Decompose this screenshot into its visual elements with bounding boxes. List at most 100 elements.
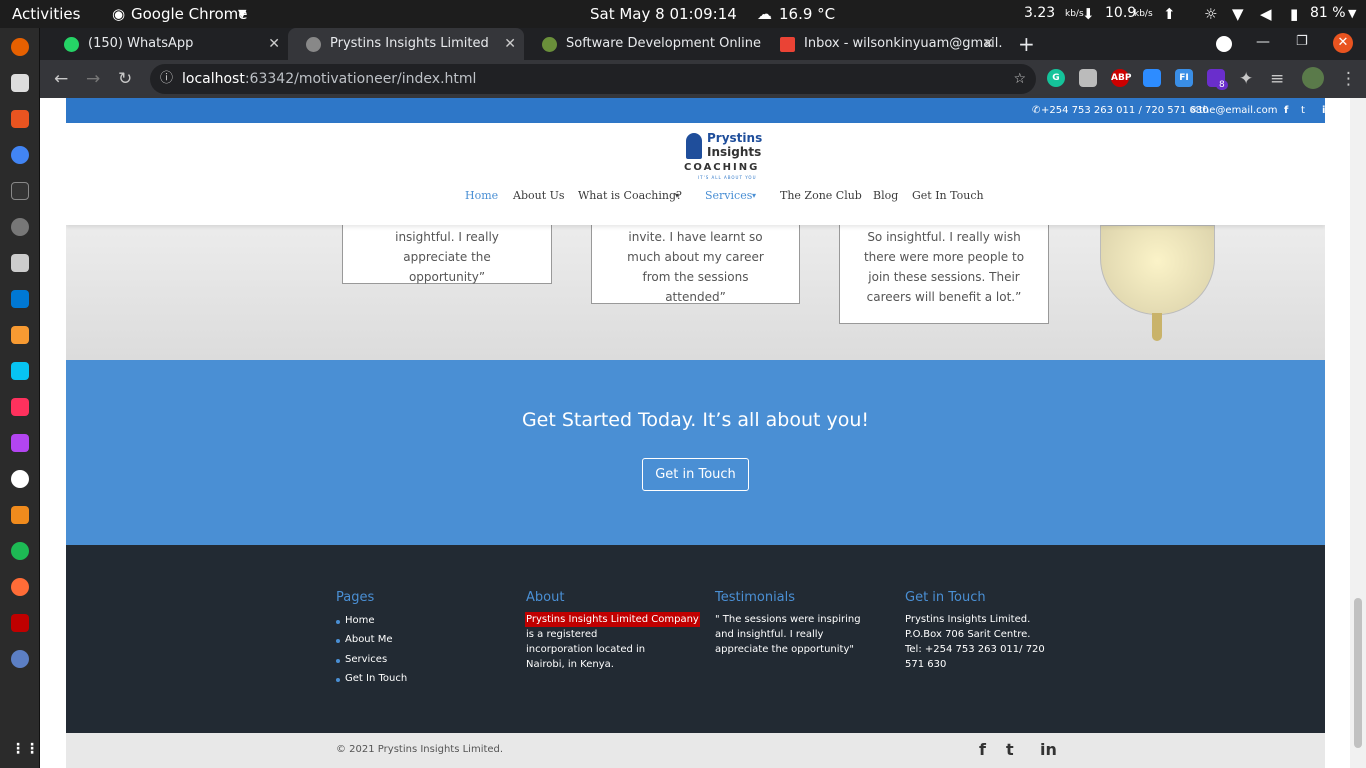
system-menu-chevron-icon[interactable]: ▼ xyxy=(1348,7,1356,20)
phone-number[interactable]: +254 753 263 011 / 720 571 630 xyxy=(1041,105,1209,116)
footer-testimonials-title: Testimonials xyxy=(715,590,796,605)
close-icon[interactable]: ✕ xyxy=(982,28,994,60)
chevron-down-icon: ▾ xyxy=(752,191,757,200)
battery-level[interactable]: 81 % xyxy=(1310,5,1346,21)
new-tab-icon[interactable]: + xyxy=(1018,32,1035,56)
nav-about[interactable]: About Us xyxy=(513,189,565,202)
facebook-icon[interactable]: f xyxy=(1284,105,1288,116)
show-apps-icon[interactable]: ⋮⋮ xyxy=(11,740,39,758)
restore-icon[interactable]: ❐ xyxy=(1296,34,1308,49)
testimonial-card: invite. I have learnt so much about my c… xyxy=(591,222,800,304)
nav-home[interactable]: Home xyxy=(465,189,498,202)
firefox-icon[interactable] xyxy=(11,38,29,56)
nav-coaching[interactable]: What is Coaching? xyxy=(578,189,682,202)
close-icon[interactable]: ✕ xyxy=(268,28,280,60)
spotify-icon[interactable] xyxy=(11,542,29,560)
grammarly-icon[interactable]: G xyxy=(1047,69,1065,87)
scrollbar-thumb[interactable] xyxy=(1354,598,1362,748)
avatar[interactable] xyxy=(1302,67,1324,89)
vlc-icon[interactable] xyxy=(11,506,29,524)
terminal-icon[interactable] xyxy=(11,182,29,200)
url-path: :63342/motivationeer/index.html xyxy=(244,71,477,87)
menu-icon[interactable]: ⋮ xyxy=(1340,69,1357,89)
close-icon[interactable]: ✕ xyxy=(504,28,516,60)
vscode-icon[interactable] xyxy=(11,290,29,308)
email-icon: ✉ xyxy=(1190,105,1199,116)
settings-icon[interactable] xyxy=(11,218,29,236)
brightness-icon[interactable]: ☼ xyxy=(1204,5,1217,23)
chrome-icon: ◉ xyxy=(112,5,126,23)
email-link[interactable]: the@email.com xyxy=(1199,105,1278,116)
nav-services[interactable]: Services xyxy=(705,189,752,202)
cta-heading: Get Started Today. It’s all about you! xyxy=(521,409,870,431)
wifi-icon[interactable]: ▼ xyxy=(1232,5,1244,23)
testimonial-card: insightful. I really appreciate the oppo… xyxy=(342,222,552,284)
testimonial-text: insightful. I really appreciate the oppo… xyxy=(395,230,499,284)
tab-software-dev[interactable]: Software Development Online xyxy=(524,28,762,60)
get-in-touch-button[interactable]: Get in Touch xyxy=(642,458,749,491)
sublime-icon[interactable] xyxy=(11,326,29,344)
phpstorm-icon[interactable] xyxy=(11,434,29,452)
clock[interactable]: Sat May 8 01:09:14 xyxy=(590,5,737,23)
site-footer: Pages Home About Me Services Get In Touc… xyxy=(66,545,1325,733)
tab-label: Prystins Insights Limited xyxy=(330,36,489,51)
budgie-icon[interactable] xyxy=(11,470,29,488)
linkedin-icon[interactable]: in xyxy=(1040,740,1057,759)
tab-prystins[interactable]: Prystins Insights Limited ✕ xyxy=(288,28,524,60)
chrome-dock-icon[interactable] xyxy=(11,146,29,164)
calculator-icon[interactable] xyxy=(11,254,29,272)
unity-icon[interactable] xyxy=(11,650,29,668)
tab-label: (150) WhatsApp xyxy=(88,36,194,51)
files-icon[interactable] xyxy=(11,74,29,92)
tab-search-icon[interactable] xyxy=(1216,36,1232,52)
web-page: ✆ +254 753 263 011 / 720 571 630 ✉ the@e… xyxy=(66,98,1325,768)
volume-icon[interactable]: ◀ xyxy=(1260,5,1272,23)
weather-temp[interactable]: 16.9 °C xyxy=(779,5,835,23)
nav-zone-club[interactable]: The Zone Club xyxy=(780,189,862,202)
twitter-icon[interactable]: t xyxy=(1006,740,1014,759)
fi-icon[interactable]: FI xyxy=(1175,69,1193,87)
nav-blog[interactable]: Blog xyxy=(873,189,898,202)
app-menu[interactable]: Google Chrome xyxy=(131,5,248,23)
minimize-icon[interactable]: — xyxy=(1256,34,1270,50)
net-up-unit: kb/s xyxy=(1134,9,1153,19)
software-icon[interactable] xyxy=(11,110,29,128)
back-icon[interactable]: ← xyxy=(54,69,68,89)
star-icon[interactable]: ☆ xyxy=(1013,64,1026,94)
activities-button[interactable]: Activities xyxy=(12,5,80,23)
postman-icon[interactable] xyxy=(11,578,29,596)
dock: ⋮⋮ xyxy=(0,28,40,768)
site-logo[interactable]: Prystins Insights COACHING IT'S ALL ABOU… xyxy=(682,131,768,183)
filezilla-icon[interactable] xyxy=(11,614,29,632)
tab-whatsapp[interactable]: (150) WhatsApp ✕ xyxy=(46,28,288,60)
page-right-margin xyxy=(1325,98,1350,768)
twitter-icon[interactable]: t xyxy=(1301,105,1305,116)
media-icon[interactable]: ≡ xyxy=(1270,69,1284,89)
zoom-icon[interactable] xyxy=(1143,69,1161,87)
adblock-icon[interactable]: ABP xyxy=(1111,69,1131,87)
webstorm-icon[interactable] xyxy=(11,362,29,380)
intellij-icon[interactable] xyxy=(11,398,29,416)
gmail-icon xyxy=(780,37,795,52)
footer-link-about[interactable]: About Me xyxy=(336,634,393,645)
footer-about-text: is a registered incorporation located in… xyxy=(526,629,646,670)
footer-link-contact[interactable]: Get In Touch xyxy=(335,673,407,684)
battery-icon[interactable]: ▮ xyxy=(1290,5,1298,23)
linkedin-icon[interactable]: in xyxy=(1322,105,1325,116)
close-window-icon[interactable]: ✕ xyxy=(1333,33,1353,53)
page-scrollbar[interactable] xyxy=(1350,98,1366,768)
nav-get-in-touch[interactable]: Get In Touch xyxy=(912,189,984,202)
arrow-down-icon: ⬇ xyxy=(1082,5,1095,23)
forward-icon[interactable]: → xyxy=(86,69,100,89)
footer-link-services[interactable]: Services xyxy=(335,654,387,665)
extension-icon[interactable] xyxy=(1079,69,1097,87)
address-bar[interactable]: ⓘ localhost:63342/motivationeer/index.ht… xyxy=(150,64,1036,94)
testimonial-text: So insightful. I really wish there were … xyxy=(863,230,1025,304)
info-icon[interactable]: ⓘ xyxy=(160,64,173,94)
reload-icon[interactable]: ↻ xyxy=(118,69,132,89)
tab-gmail[interactable]: Inbox - wilsonkinyuam@gmail.co ✕ xyxy=(762,28,1002,60)
page-icon xyxy=(306,37,321,52)
puzzle-icon[interactable]: ✦ xyxy=(1239,69,1253,89)
facebook-icon[interactable]: f xyxy=(979,740,986,759)
footer-link-home[interactable]: Home xyxy=(336,615,375,626)
